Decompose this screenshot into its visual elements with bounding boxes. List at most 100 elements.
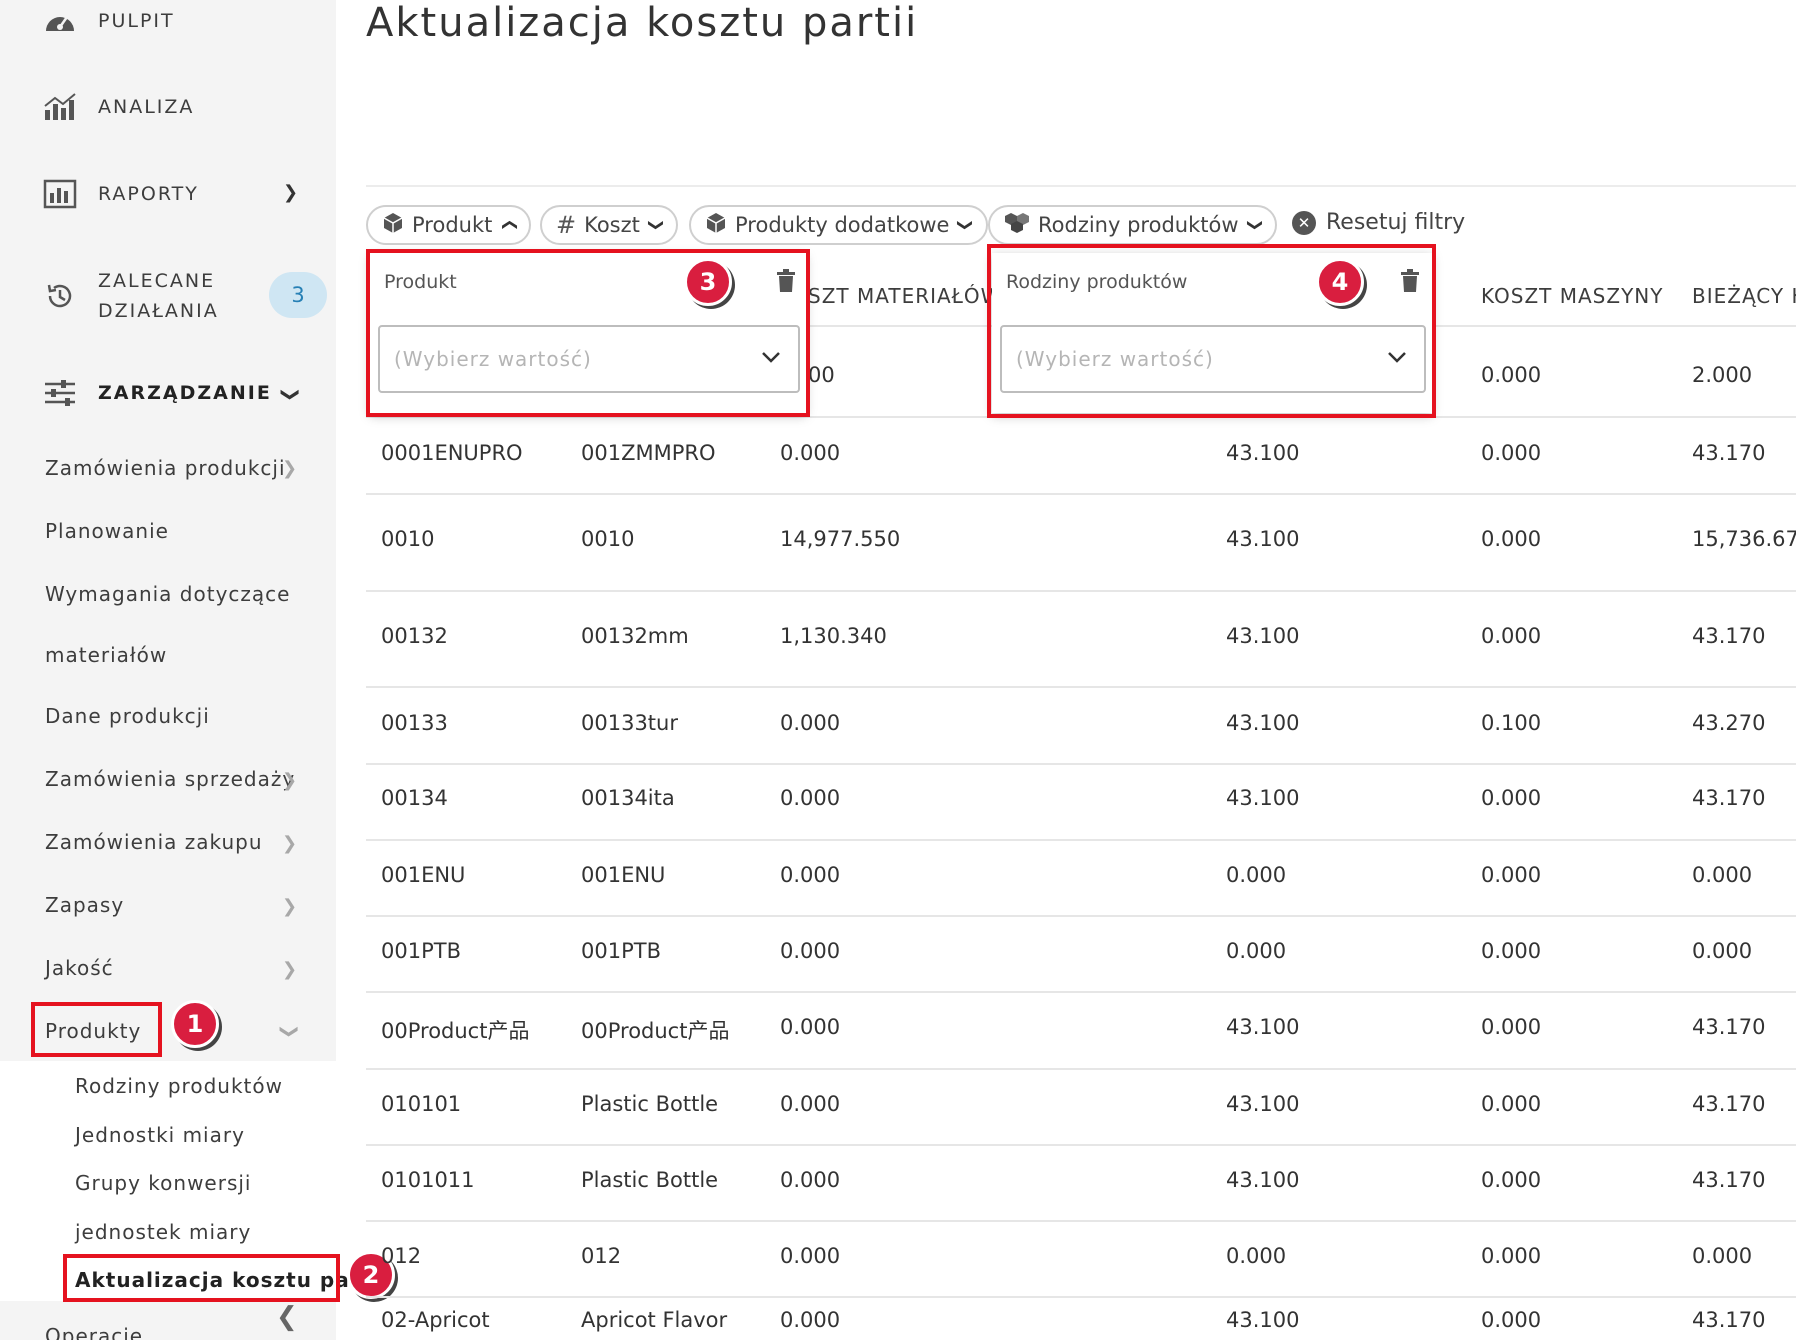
chevron-right-icon[interactable]: ❯ bbox=[283, 182, 298, 203]
divider bbox=[366, 839, 1796, 841]
chevron-right-icon: ❯ bbox=[282, 959, 298, 980]
nav-zalecane-line1: ZALECANE bbox=[98, 270, 216, 292]
table-cell: 0.000 bbox=[780, 1092, 841, 1116]
sidebar-item-dane-produkcji[interactable]: Dane produkcji bbox=[45, 704, 210, 728]
table-cell: 43.170 bbox=[1692, 441, 1766, 465]
annotation-box-produkt-filter bbox=[366, 249, 810, 417]
callout-3: 3 bbox=[684, 258, 732, 306]
table-cell: 0.000 bbox=[1481, 1168, 1542, 1192]
table-cell: 0.000 bbox=[1481, 1015, 1542, 1039]
sidebar-item-jakosc[interactable]: Jakość bbox=[45, 956, 114, 980]
table-cell: 02-Apricot bbox=[381, 1308, 490, 1332]
sidebar-item-zamowienia-zakupu[interactable]: Zamówienia zakupu bbox=[45, 830, 263, 854]
table-cell: 00133 bbox=[381, 711, 448, 735]
reset-filters-button[interactable]: ✕ Resetuj filtry bbox=[1292, 210, 1465, 235]
table-cell: 43.100 bbox=[1226, 1168, 1300, 1192]
table-cell: 001ENU bbox=[581, 863, 666, 887]
table-cell: 0.100 bbox=[1481, 711, 1542, 735]
filter-chip-produkty-dodatkowe[interactable]: Produkty dodatkowe ❯ bbox=[689, 205, 988, 245]
table-cell: 0.000 bbox=[1481, 1092, 1542, 1116]
filter-chip-produkt[interactable]: Produkt ❯ bbox=[366, 205, 531, 245]
sidebar-item-zapasy[interactable]: Zapasy bbox=[45, 893, 124, 917]
sidebar-item-planowanie[interactable]: Planowanie bbox=[45, 519, 169, 543]
column-header-koszt-materialow[interactable]: SZT MATERIAŁÓW, bbox=[808, 284, 1009, 308]
cube-icon bbox=[382, 212, 404, 239]
sidebar-item-rodziny-produktow[interactable]: Rodziny produktów bbox=[75, 1074, 283, 1098]
table-cell: 0.000 bbox=[780, 1168, 841, 1192]
nav-pulpit[interactable]: PULPIT bbox=[40, 4, 175, 38]
sidebar-item-grupy-konwersji-line1[interactable]: Grupy konwersji bbox=[75, 1171, 251, 1195]
sidebar-item-jednostki-miary[interactable]: Jednostki miary bbox=[75, 1123, 245, 1147]
divider bbox=[366, 185, 1796, 187]
table-cell: 43.100 bbox=[1226, 711, 1300, 735]
nav-raporty[interactable]: RAPORTY bbox=[40, 177, 199, 211]
table-cell: 0.000 bbox=[780, 939, 841, 963]
chevron-down-icon: ❯ bbox=[1245, 218, 1264, 232]
sidebar-item-zamowienia-produkcji[interactable]: Zamówienia produkcji bbox=[45, 456, 286, 480]
table-cell: 0.000 bbox=[1481, 363, 1542, 387]
table-cell: 0.000 bbox=[1481, 624, 1542, 648]
hash-icon: # bbox=[556, 211, 577, 239]
chevron-down-icon: ❯ bbox=[647, 218, 666, 232]
table-cell: 0.000 bbox=[1226, 939, 1287, 963]
callout-4: 4 bbox=[1316, 258, 1364, 306]
sidebar-item-wymagania-line2[interactable]: materiałów bbox=[45, 643, 167, 667]
table-cell: 43.170 bbox=[1692, 1168, 1766, 1192]
table-cell: 43.100 bbox=[1226, 527, 1300, 551]
table-cell: 0.000 bbox=[1481, 939, 1542, 963]
filter-chip-rodziny-produktow-label: Rodziny produktów bbox=[1038, 213, 1239, 237]
table-cell: 00134 bbox=[381, 786, 448, 810]
table-cell: 0.000 bbox=[780, 786, 841, 810]
table-cell: 0.000 bbox=[1692, 863, 1753, 887]
sidebar-item-wymagania-line1[interactable]: Wymagania dotyczące bbox=[45, 582, 290, 606]
table-cell: Plastic Bottle bbox=[581, 1092, 719, 1116]
nav-zalecane-dzialania[interactable]: ZALECANE DZIAŁANIA bbox=[40, 266, 219, 326]
filter-chip-rodziny-produktow[interactable]: Rodziny produktów ❯ bbox=[988, 205, 1278, 245]
table-cell: 43.100 bbox=[1226, 1092, 1300, 1116]
table-cell: 00132 bbox=[381, 624, 448, 648]
table-cell: 0.000 bbox=[1481, 786, 1542, 810]
callout-1: 1 bbox=[171, 1000, 219, 1048]
nav-zarzadzanie[interactable]: ZARZĄDZANIE bbox=[40, 376, 272, 410]
nav-analiza[interactable]: ANALIZA bbox=[40, 90, 194, 124]
sidebar-item-zamowienia-sprzedazy[interactable]: Zamówienia sprzedaży bbox=[45, 767, 295, 791]
divider bbox=[366, 991, 1796, 993]
sidebar-item-grupy-konwersji-line2[interactable]: jednostek miary bbox=[75, 1220, 251, 1244]
filter-chip-produkty-dodatkowe-label: Produkty dodatkowe bbox=[735, 213, 950, 237]
filter-chip-produkt-label: Produkt bbox=[412, 213, 493, 237]
table-cell: 001ENU bbox=[381, 863, 466, 887]
nav-zalecane-line2: DZIAŁANIA bbox=[98, 300, 219, 322]
divider bbox=[366, 1068, 1796, 1070]
divider bbox=[366, 915, 1796, 917]
column-header-koszt-maszyny[interactable]: KOSZT MASZYNY bbox=[1481, 284, 1663, 308]
nav-pulpit-label: PULPIT bbox=[98, 10, 175, 32]
table-cell: 00Product产品 bbox=[381, 1019, 530, 1043]
table-cell: 0.000 bbox=[1692, 939, 1753, 963]
annotation-box-rodziny-filter bbox=[987, 244, 1436, 418]
sidebar-item-operacje[interactable]: Operacje bbox=[45, 1324, 143, 1340]
filter-chip-koszt-label: Koszt bbox=[584, 213, 640, 237]
nav-zalecane-label: ZALECANE DZIAŁANIA bbox=[98, 266, 219, 326]
table-cell: Plastic Bottle bbox=[581, 1168, 719, 1192]
collapse-sidebar-icon[interactable]: ❯ bbox=[276, 1302, 298, 1332]
table-cell: 43.170 bbox=[1692, 1308, 1766, 1332]
table-cell: 43.170 bbox=[1692, 624, 1766, 648]
table-cell: 43.170 bbox=[1692, 1015, 1766, 1039]
filter-chip-koszt[interactable]: # Koszt ❯ bbox=[540, 205, 679, 245]
chevron-down-icon[interactable]: ❯ bbox=[280, 387, 301, 402]
table-cell: 0.000 bbox=[1481, 441, 1542, 465]
table-cell: 0101011 bbox=[381, 1168, 475, 1192]
table-cell: 0.000 bbox=[780, 1015, 841, 1039]
page-title: Aktualizacja kosztu partii bbox=[366, 0, 919, 46]
column-header-biezacy-koszt[interactable]: BIEŻĄCY K bbox=[1692, 284, 1796, 308]
reset-filters-label: Resetuj filtry bbox=[1326, 210, 1466, 235]
divider bbox=[366, 686, 1796, 688]
table-cell: 00132mm bbox=[581, 624, 689, 648]
chevron-right-icon: ❯ bbox=[282, 896, 298, 917]
table-cell: 0.000 bbox=[1692, 1244, 1753, 1268]
table-cell: 43.100 bbox=[1226, 786, 1300, 810]
table-cell: 00 bbox=[808, 363, 835, 387]
divider bbox=[366, 590, 1796, 592]
table-cell: 00Product产品 bbox=[581, 1019, 730, 1043]
table-cell: 0.000 bbox=[1481, 1244, 1542, 1268]
